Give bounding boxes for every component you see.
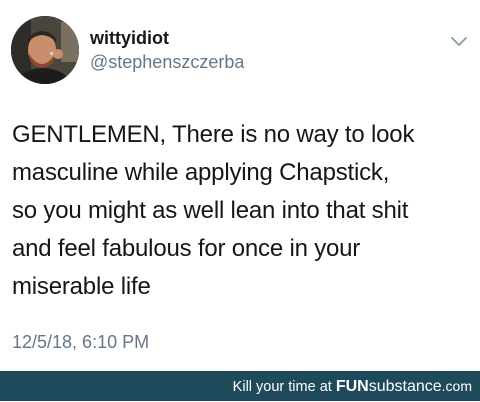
tweet-line: so you might as well lean into that shit bbox=[12, 197, 409, 224]
watermark-prefix: Kill your time at bbox=[232, 379, 336, 395]
tweet-line: miserable life bbox=[12, 273, 151, 300]
tweet-line: and feel fabulous for once in your bbox=[12, 235, 361, 262]
brand-fun: FUN bbox=[335, 378, 369, 395]
tweet-body: GENTLEMEN, There is no way to look mascu… bbox=[12, 116, 474, 306]
tweet-line: masculine while applying Chapstick, bbox=[12, 159, 390, 186]
watermark-banner: Kill your time at FUNsubstance.com bbox=[0, 371, 480, 401]
watermark-text: Kill your time at FUNsubstance.com bbox=[233, 371, 472, 401]
brand-tld: .com bbox=[441, 378, 472, 394]
brand-substance: substance bbox=[368, 378, 442, 395]
user-handle[interactable]: @stephenszczerba bbox=[90, 51, 244, 73]
avatar[interactable] bbox=[11, 16, 79, 84]
chevron-down-icon[interactable] bbox=[449, 34, 469, 48]
user-avatar-icon bbox=[11, 16, 79, 84]
display-name[interactable]: wittyidiot bbox=[90, 27, 169, 49]
tweet-line: GENTLEMEN, There is no way to look bbox=[12, 121, 415, 148]
tweet-card: wittyidiot @stephenszczerba GENTLEMEN, T… bbox=[0, 0, 480, 371]
tweet-timestamp[interactable]: 12/5/18, 6:10 PM bbox=[12, 331, 149, 353]
